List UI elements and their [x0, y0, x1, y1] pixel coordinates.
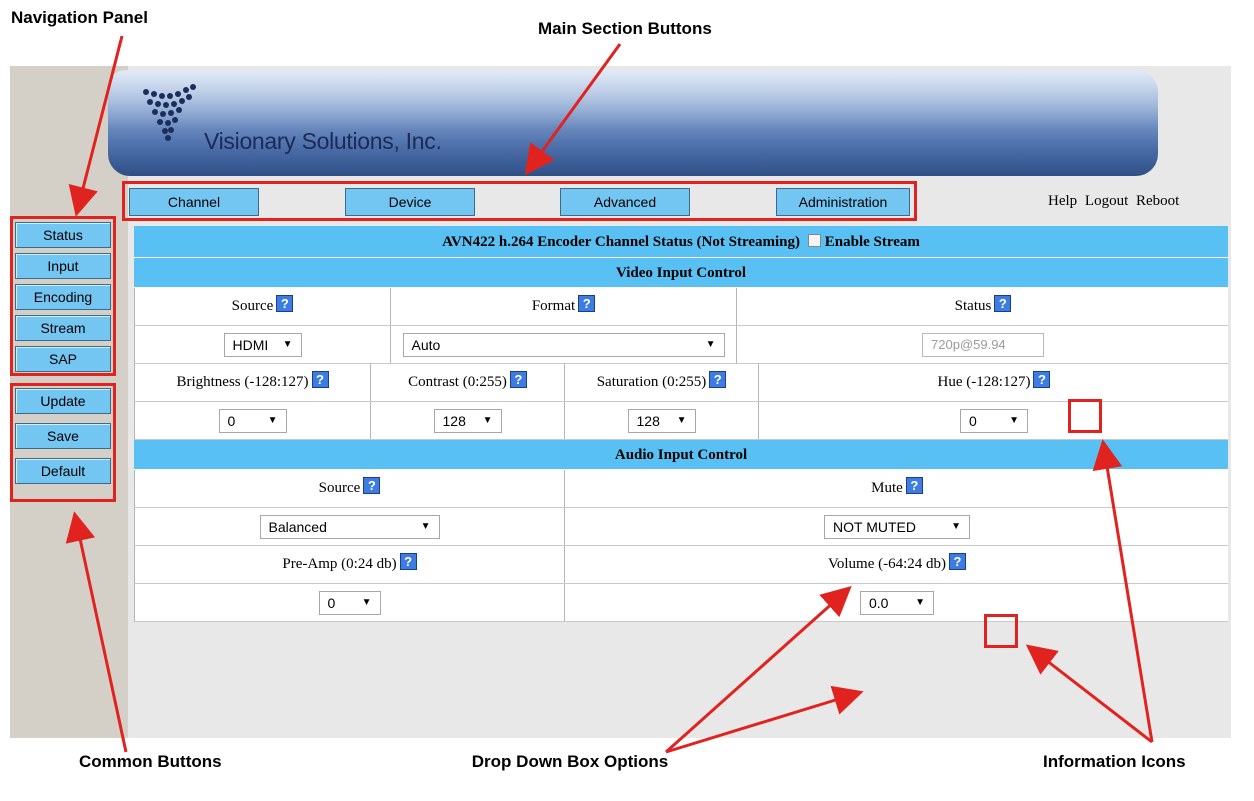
arrow-dropdown-volume [665, 685, 864, 754]
arrow-info-hue [1092, 439, 1154, 743]
arrow-main-sections [524, 43, 622, 176]
arrow-dropdown-mute [665, 586, 852, 754]
arrow-common-buttons [65, 511, 128, 753]
arrow-navigation [68, 35, 124, 217]
callout-arrows [65, 35, 1154, 754]
arrow-info-volume [1025, 644, 1153, 744]
